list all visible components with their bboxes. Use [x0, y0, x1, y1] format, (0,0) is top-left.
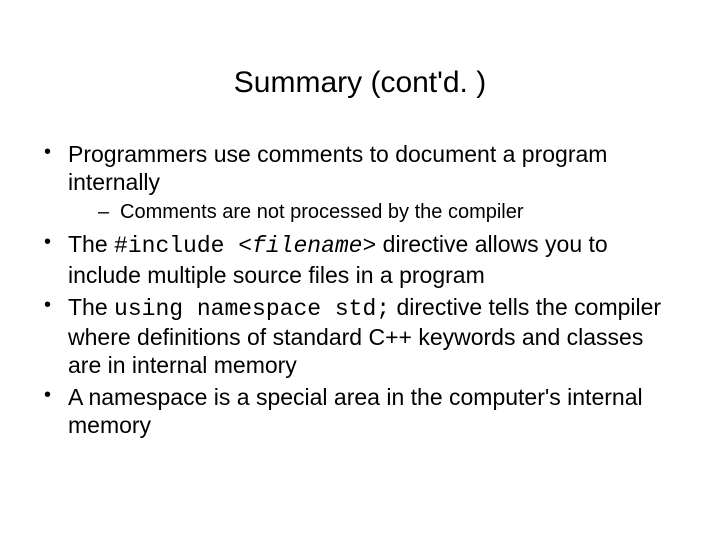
bullet-text-pre: The — [68, 294, 114, 320]
slide-title: Summary (cont'd. ) — [0, 66, 720, 100]
bullet-item: The #include <filename> directive allows… — [38, 230, 682, 288]
bullet-item: A namespace is a special area in the com… — [38, 383, 682, 439]
bullet-text: A namespace is a special area in the com… — [68, 384, 643, 438]
sub-bullet-item: Comments are not processed by the compil… — [68, 200, 682, 224]
bullet-list: Programmers use comments to document a p… — [38, 140, 682, 439]
bullet-text-pre: The — [68, 231, 114, 257]
slide: Summary (cont'd. ) Programmers use comme… — [0, 66, 720, 540]
bullet-item: The using namespace std; directive tells… — [38, 293, 682, 379]
code-filename-arg: <filename> — [238, 233, 376, 259]
slide-body: Programmers use comments to document a p… — [38, 140, 682, 439]
sub-bullet-text: Comments are not processed by the compil… — [120, 201, 524, 223]
bullet-text: Programmers use comments to document a p… — [68, 141, 607, 195]
code-include: #include — [114, 233, 238, 259]
sub-bullet-list: Comments are not processed by the compil… — [68, 200, 682, 224]
bullet-item: Programmers use comments to document a p… — [38, 140, 682, 224]
code-using-namespace: using namespace std; — [114, 296, 390, 322]
